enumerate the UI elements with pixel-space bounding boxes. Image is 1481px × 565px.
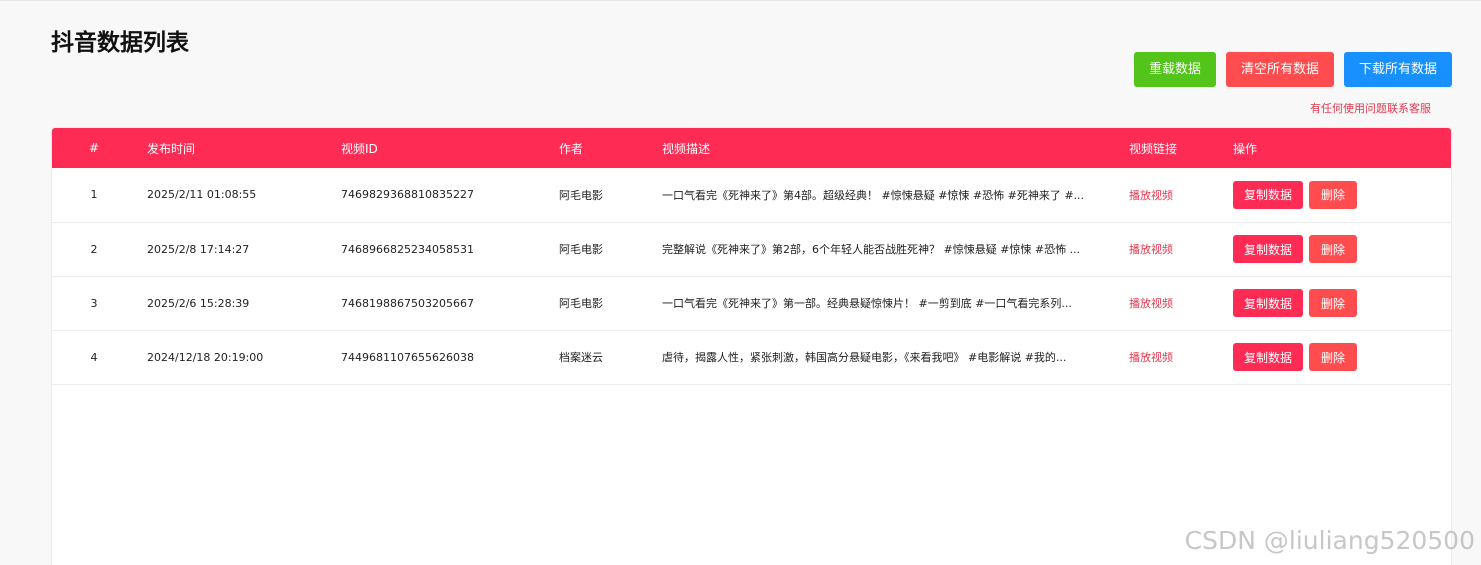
watermark-text: CSDN @liuliang520500 <box>1184 526 1475 555</box>
header-video-desc: 视频描述 <box>662 141 711 156</box>
toolbar: 重载数据 清空所有数据 下载所有数据 <box>1133 52 1452 87</box>
row-author: 阿毛电影 <box>559 297 603 310</box>
table-row: 3 2025/2/6 15:28:39 7468198867503205667 … <box>52 276 1451 330</box>
delete-button[interactable]: 删除 <box>1309 289 1358 317</box>
row-video-desc: 一口气看完《死神来了》第一部。经典悬疑惊悚片！ #一剪到底 #一口气看完系列..… <box>662 297 1072 310</box>
data-table: # 发布时间 视频ID 作者 视频描述 视频链接 操作 1 2025/2/11 … <box>51 127 1452 565</box>
play-video-link[interactable]: 播放视频 <box>1129 189 1173 202</box>
row-author: 档案迷云 <box>559 351 603 364</box>
row-video-desc: 虐待，揭露人性，紧张刺激，韩国高分悬疑电影，《来看我吧》 #电影解说 #我的..… <box>662 351 1067 364</box>
row-author: 阿毛电影 <box>559 188 603 202</box>
row-author: 阿毛电影 <box>559 243 603 256</box>
header-video-id: 视频ID <box>341 141 378 156</box>
header-operations: 操作 <box>1233 141 1258 156</box>
support-text: 有任何使用问题联系客服 <box>1310 102 1431 115</box>
clear-all-data-button[interactable]: 清空所有数据 <box>1225 52 1334 87</box>
copy-data-button[interactable]: 复制数据 <box>1233 180 1304 209</box>
delete-button[interactable]: 删除 <box>1309 343 1358 371</box>
play-video-link[interactable]: 播放视频 <box>1129 297 1173 310</box>
copy-data-button[interactable]: 复制数据 <box>1233 235 1304 263</box>
copy-data-button[interactable]: 复制数据 <box>1233 343 1304 371</box>
header-publish-time: 发布时间 <box>147 141 196 156</box>
row-publish-time: 2024/12/18 20:19:00 <box>147 350 264 364</box>
row-video-id: 7469829368810835227 <box>341 188 474 202</box>
row-video-id: 7468198867503205667 <box>341 296 474 310</box>
row-index: 1 <box>90 188 98 202</box>
row-publish-time: 2025/2/8 17:14:27 <box>147 242 250 256</box>
table-row: 1 2025/2/11 01:08:55 7469829368810835227… <box>52 168 1451 222</box>
play-video-link[interactable]: 播放视频 <box>1129 351 1173 364</box>
download-all-data-button[interactable]: 下载所有数据 <box>1343 52 1452 87</box>
page: 抖音数据列表 重载数据 清空所有数据 下载所有数据 有任何使用问题联系客服 # … <box>0 0 1481 565</box>
table-row: 4 2024/12/18 20:19:00 744968110765562603… <box>52 330 1451 384</box>
header-author: 作者 <box>559 141 584 156</box>
play-video-link[interactable]: 播放视频 <box>1129 243 1173 256</box>
header-index: # <box>88 141 100 155</box>
table-row: 2 2025/2/8 17:14:27 7468966825234058531 … <box>52 222 1451 276</box>
row-index: 2 <box>90 242 98 256</box>
header-video-link: 视频链接 <box>1129 141 1178 156</box>
row-index: 4 <box>90 350 98 364</box>
table-header-row: # 发布时间 视频ID 作者 视频描述 视频链接 操作 <box>52 128 1451 168</box>
page-title: 抖音数据列表 <box>51 30 189 56</box>
row-video-id: 7449681107655626038 <box>341 350 474 364</box>
row-video-desc: 完整解说《死神来了》第2部，6个年轻人能否战胜死神？ #惊悚悬疑 #惊悚 #恐怖… <box>662 243 1081 256</box>
row-video-id: 7468966825234058531 <box>341 242 474 256</box>
row-publish-time: 2025/2/6 15:28:39 <box>147 296 250 310</box>
row-publish-time: 2025/2/11 01:08:55 <box>147 188 257 202</box>
row-index: 3 <box>90 296 98 310</box>
delete-button[interactable]: 删除 <box>1309 235 1358 263</box>
delete-button[interactable]: 删除 <box>1309 180 1358 209</box>
reload-data-button[interactable]: 重载数据 <box>1133 52 1216 87</box>
copy-data-button[interactable]: 复制数据 <box>1233 289 1304 317</box>
row-video-desc: 一口气看完《死神来了》第4部。超级经典！ #惊悚悬疑 #惊悚 #恐怖 #死神来了… <box>662 188 1085 202</box>
